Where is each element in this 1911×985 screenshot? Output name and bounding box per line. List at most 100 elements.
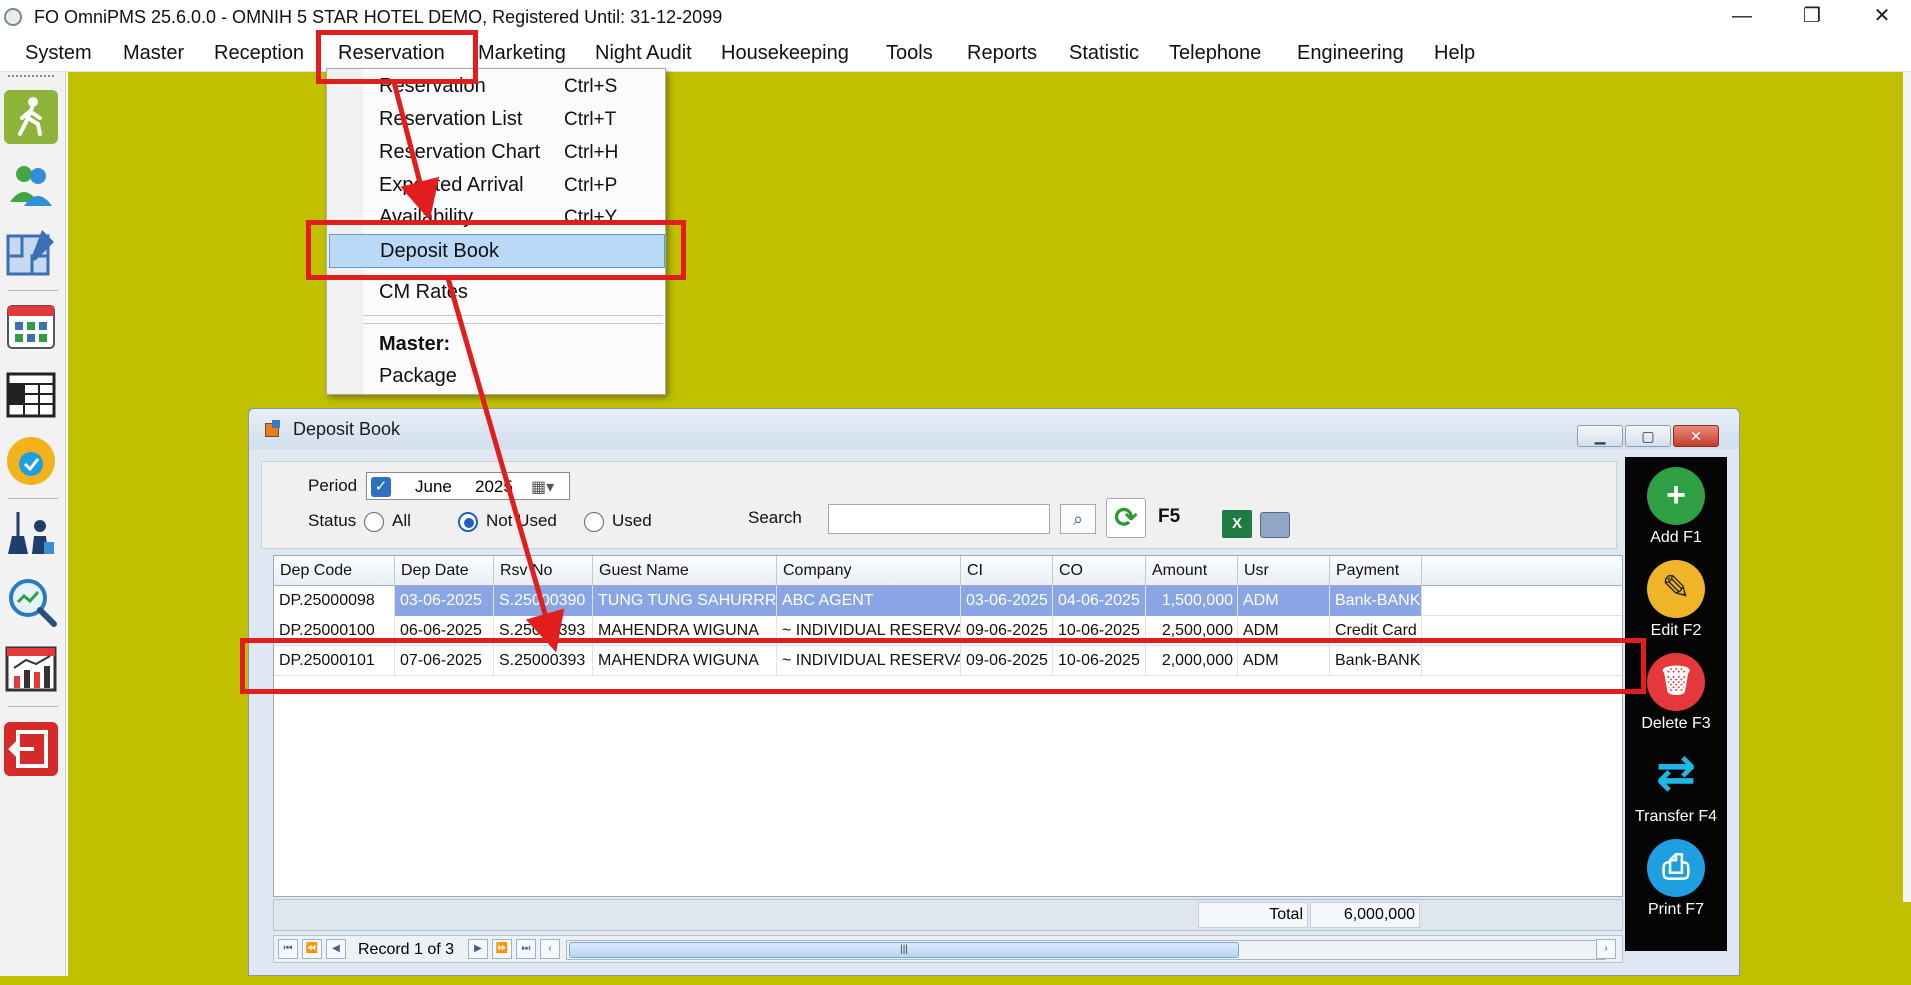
sidebar-separator — [8, 706, 58, 707]
record-navigator: ⏮ ⏪ ◀ Record 1 of 3 ▶ ⏩ ⏭ ‹ ||| › — [273, 935, 1623, 963]
cell-dep-code: DP.25000098 — [274, 586, 395, 616]
menu-item-reservation-chart[interactable]: Reservation Chart — [379, 141, 540, 164]
deposit-minimize-button[interactable]: ▁ — [1577, 425, 1623, 447]
next-page-button[interactable]: ⏩ — [492, 939, 512, 959]
col-co[interactable]: CO — [1053, 556, 1146, 586]
printer-icon: ⎙ — [1647, 839, 1705, 897]
calendar-2023-icon[interactable] — [4, 366, 58, 420]
deposit-maximize-button[interactable]: ▢ — [1625, 425, 1671, 447]
guests-icon[interactable] — [4, 158, 58, 212]
quick-launch-sidebar — [0, 72, 66, 976]
scroll-right-button[interactable]: › — [1596, 939, 1616, 959]
menu-item-package[interactable]: Package — [379, 365, 457, 388]
menu-statistic[interactable]: Statistic — [1069, 42, 1139, 65]
col-payment[interactable]: Payment — [1330, 556, 1422, 586]
trash-icon: 🗑 — [1647, 653, 1705, 711]
period-year: 2025 — [475, 477, 513, 496]
deposit-book-titlebar[interactable]: Deposit Book ▁ ▢ ✕ — [249, 409, 1739, 449]
print-preview-icon[interactable] — [1260, 512, 1290, 538]
period-picker[interactable]: ✓ June 2025 ▦▾ — [366, 472, 570, 500]
walk-in-icon[interactable] — [4, 90, 58, 144]
total-value-box: 6,000,000 — [1310, 902, 1420, 928]
edit-button[interactable]: ✎ Edit F2 — [1625, 556, 1727, 648]
col-usr[interactable]: Usr — [1238, 556, 1330, 586]
close-button[interactable]: ✕ — [1852, 0, 1911, 34]
calendar-dropdown-icon[interactable]: ▦▾ — [531, 477, 554, 497]
print-button[interactable]: ⎙ Print F7 — [1625, 835, 1727, 927]
status-radio-not-used[interactable] — [458, 512, 478, 532]
menu-engineering[interactable]: Engineering — [1297, 42, 1404, 65]
deposit-book-title: Deposit Book — [293, 419, 401, 439]
scroll-left-button[interactable]: ‹ — [540, 939, 560, 959]
calendar-grid-icon[interactable] — [4, 298, 58, 352]
col-rsv-no[interactable]: Rsv No — [494, 556, 593, 586]
delete-button-label: Delete F3 — [1641, 715, 1711, 732]
search-icon[interactable]: ⌕ — [1060, 504, 1096, 534]
exit-icon[interactable] — [4, 722, 58, 776]
menu-master[interactable]: Master — [123, 42, 184, 65]
prev-page-button[interactable]: ⏪ — [302, 939, 322, 959]
deposit-grid: Dep Code Dep Date Rsv No Guest Name Comp… — [273, 555, 1623, 897]
search-input[interactable] — [828, 504, 1050, 534]
menu-marketing[interactable]: Marketing — [478, 42, 566, 65]
sidebar-separator — [8, 498, 58, 499]
deposit-close-button[interactable]: ✕ — [1673, 425, 1719, 447]
menu-system[interactable]: System — [25, 42, 92, 65]
shortcut-reservation-chart: Ctrl+H — [564, 142, 619, 163]
col-dep-code[interactable]: Dep Code — [274, 556, 395, 586]
shortcut-reservation: Ctrl+S — [564, 76, 618, 97]
menu-bar: System Master Reception Reservation Mark… — [0, 36, 1911, 72]
report-chart-icon[interactable] — [4, 642, 58, 696]
menu-help[interactable]: Help — [1434, 42, 1475, 65]
sidebar-grip[interactable] — [8, 75, 54, 77]
col-company[interactable]: Company — [777, 556, 961, 586]
col-guest-name[interactable]: Guest Name — [593, 556, 777, 586]
period-checkbox[interactable]: ✓ — [371, 477, 391, 497]
menu-night-audit[interactable]: Night Audit — [595, 42, 692, 65]
menu-section-master: Master: — [379, 333, 451, 355]
menu-reception[interactable]: Reception — [214, 42, 304, 65]
annotation-box-selected-row — [240, 638, 1646, 694]
last-record-button[interactable]: ⏭ — [516, 939, 536, 959]
maximize-button[interactable]: ❐ — [1782, 0, 1842, 34]
next-record-button[interactable]: ▶ — [468, 939, 488, 959]
excel-export-icon[interactable]: X — [1222, 510, 1252, 538]
menu-tools[interactable]: Tools — [886, 42, 933, 65]
table-row[interactable]: DP.25000098 03-06-2025 S.25000390 TUNG T… — [274, 586, 1622, 616]
menu-housekeeping[interactable]: Housekeeping — [721, 42, 849, 65]
filter-panel: Period ✓ June 2025 ▦▾ Status All Not Use… — [261, 461, 1617, 549]
scrollbar-thumb[interactable]: ||| — [569, 942, 1239, 958]
add-button[interactable]: + Add F1 — [1625, 463, 1727, 555]
status-option-all: All — [392, 511, 411, 530]
col-amount[interactable]: Amount — [1146, 556, 1238, 586]
total-footer: Total 6,000,000 — [273, 899, 1623, 931]
availability-badge-icon[interactable] — [4, 434, 58, 488]
first-record-button[interactable]: ⏮ — [278, 939, 298, 959]
menu-item-reservation-list[interactable]: Reservation List — [379, 108, 522, 131]
col-ci[interactable]: CI — [961, 556, 1053, 586]
room-plan-icon[interactable] — [4, 226, 58, 280]
status-radio-used[interactable] — [584, 512, 604, 532]
menu-telephone[interactable]: Telephone — [1169, 42, 1261, 65]
menu-separator — [363, 323, 663, 324]
cell-co: 04-06-2025 — [1053, 586, 1146, 616]
period-month: June — [415, 477, 452, 496]
horizontal-scrollbar[interactable]: ||| — [566, 940, 1606, 960]
menu-item-expected-arrival[interactable]: Expected Arrival — [379, 174, 524, 197]
minimize-button[interactable]: — — [1712, 0, 1772, 34]
status-radio-all[interactable] — [364, 512, 384, 532]
annotation-box-reservation-menu — [316, 30, 478, 84]
menu-item-cm-rates[interactable]: CM Rates — [379, 281, 468, 304]
refresh-icon[interactable]: ⟳ — [1106, 498, 1146, 538]
shortcut-reservation-list: Ctrl+T — [564, 109, 617, 130]
cell-rsv-no: S.25000390 — [494, 586, 593, 616]
col-dep-date[interactable]: Dep Date — [395, 556, 494, 586]
housekeeping-icon[interactable] — [4, 506, 58, 560]
menu-reports[interactable]: Reports — [967, 42, 1037, 65]
total-amount: 6,000,000 — [1343, 906, 1415, 923]
prev-record-button[interactable]: ◀ — [326, 939, 346, 959]
edit-icon: ✎ — [1647, 560, 1705, 618]
search-analytics-icon[interactable] — [4, 574, 58, 628]
workspace-scrollbar[interactable] — [1903, 72, 1911, 902]
transfer-button[interactable]: ⇄ Transfer F4 — [1625, 742, 1727, 834]
